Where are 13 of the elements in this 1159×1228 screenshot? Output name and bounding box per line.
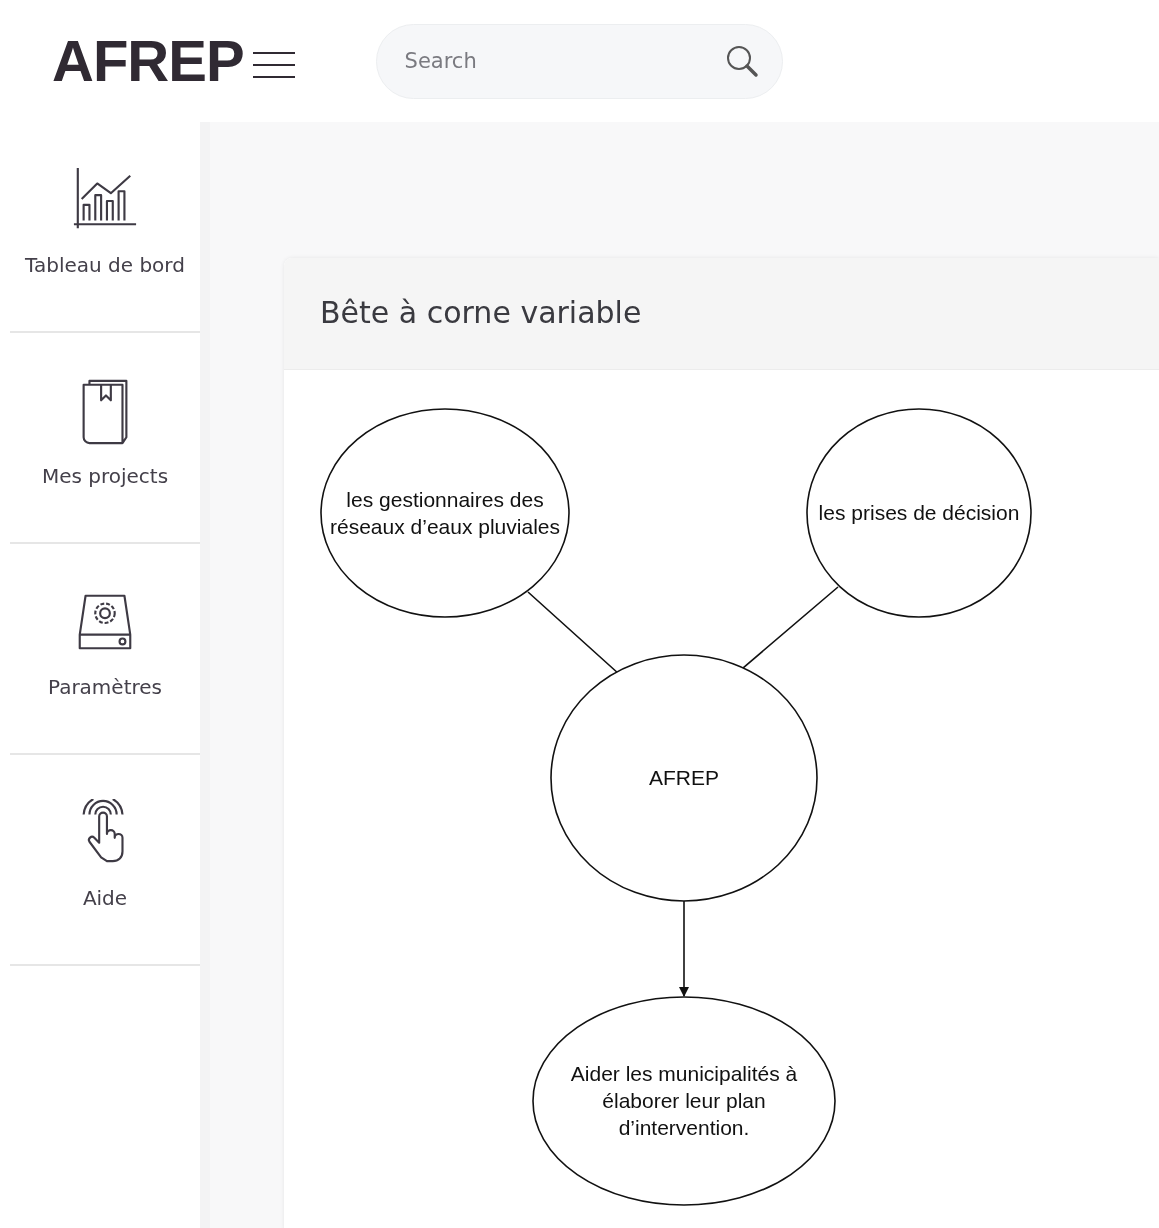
menu-icon[interactable] (251, 50, 296, 80)
logo[interactable]: AFREP (52, 32, 244, 90)
sidebar-link[interactable]: Tableau de bord (25, 250, 185, 280)
search-icon[interactable] (724, 43, 759, 78)
node-label: Aider les municipalités à élaborer leur plan d’intervention. (570, 1062, 798, 1139)
sidebar-link[interactable]: Mes projects (41, 461, 169, 491)
sidebar-link[interactable]: Paramètres (47, 672, 162, 702)
node-label: les prises de décision (818, 501, 1020, 524)
sidebar-link[interactable]: Aide (82, 883, 128, 913)
node-label: les gestionnaires des réseaux d’eaux pluviales (330, 487, 560, 538)
search-field[interactable]: Search (375, 23, 783, 99)
card-title: Bête à corne variable (320, 295, 642, 330)
node-label: AFREP (649, 766, 719, 789)
